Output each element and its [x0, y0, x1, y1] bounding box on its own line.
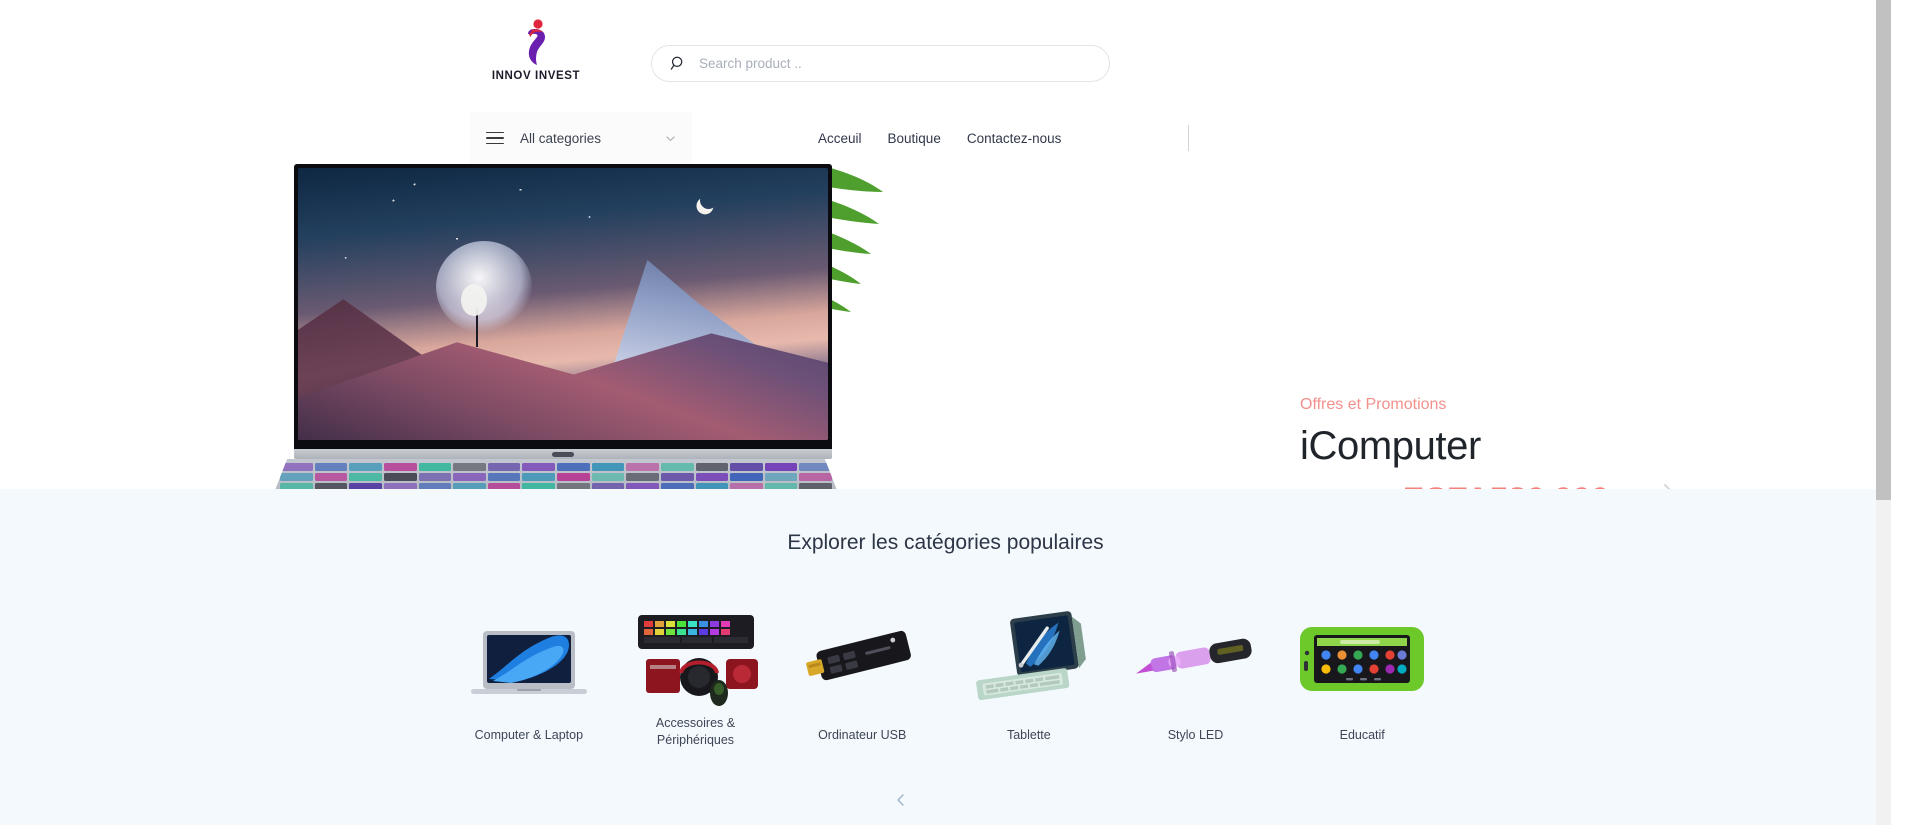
category-card-accessoires-peripheriques[interactable]: Accessoires & Périphériques — [612, 601, 779, 749]
category-label: Ordinateur USB — [818, 728, 907, 742]
hero-inner: Offres et Promotions iComputer FCFA650 0… — [270, 164, 1671, 489]
hero-new-price: FCFA580 000 — [1403, 481, 1610, 489]
category-label: Stylo LED — [1167, 728, 1224, 742]
hero-banner: Offres et Promotions iComputer FCFA650 0… — [0, 164, 1891, 489]
nav-link-contactez-nous[interactable]: Contactez-nous — [967, 131, 1062, 146]
category-card-tablette[interactable]: Tablette — [946, 601, 1113, 749]
gaming-peripherals-image — [626, 601, 766, 713]
nav-links: Acceuil Boutique Contactez-nous — [818, 112, 1061, 164]
nav-divider — [1188, 125, 1189, 151]
category-label: Educatif — [1339, 728, 1385, 742]
category-card-educatif[interactable]: Educatif — [1279, 601, 1446, 749]
categories-heading: Explorer les catégories populaires — [787, 531, 1104, 554]
popular-categories-section: Explorer les catégories populaires Compu… — [0, 489, 1891, 825]
laptop-hinge — [294, 449, 832, 459]
all-categories-label: All categories — [520, 130, 602, 146]
hero-kicker: Offres et Promotions — [1300, 396, 1447, 413]
kids-tablet-image — [1292, 601, 1432, 713]
search-icon — [670, 56, 683, 70]
brand-logo[interactable]: INNOV INVEST — [476, 18, 596, 82]
hero-text-block: Offres et Promotions iComputer FCFA650 0… — [1300, 396, 1720, 489]
hero-title: iComputer — [1300, 424, 1481, 468]
category-label: Tablette — [1006, 728, 1051, 742]
nav-link-acceuil[interactable]: Acceuil — [818, 131, 862, 146]
laptop-hero-image — [270, 164, 842, 489]
scrollbar-thumb[interactable] — [1876, 0, 1891, 500]
hamburger-icon — [486, 128, 504, 149]
category-card-ordinateur-usb[interactable]: Ordinateur USB — [779, 601, 946, 749]
usb-stick-pc-image — [792, 601, 932, 713]
led-pen-image — [1126, 601, 1266, 713]
page-scrollbar[interactable] — [1876, 0, 1891, 825]
chevron-down-icon — [666, 135, 675, 141]
nav-link-boutique[interactable]: Boutique — [888, 131, 941, 146]
category-card-stylo-led[interactable]: Stylo LED — [1112, 601, 1279, 749]
category-card-computer-laptop[interactable]: Computer & Laptop — [446, 601, 613, 749]
laptop-image — [459, 601, 599, 713]
site-header: INNOV INVEST 3 Wishlist — [0, 0, 1891, 112]
person-logo-icon — [528, 19, 545, 65]
category-label: Accessoires & Périphériques — [655, 716, 736, 747]
screen-cursor-highlight — [461, 284, 487, 316]
categories-prev-arrow[interactable] — [894, 793, 908, 807]
tablet-with-keyboard-image — [959, 601, 1099, 713]
main-navigation: All categories Acceuil Boutique Contacte… — [0, 112, 1891, 164]
page-root: INNOV INVEST 3 Wishlist — [0, 0, 1891, 825]
laptop-keyboard — [270, 459, 842, 489]
hero-next-arrow[interactable] — [1658, 482, 1680, 489]
hero-price-row: FCFA650 000 FCFA580 000 — [1300, 481, 1720, 489]
laptop-screen — [294, 164, 832, 449]
header-actions: 3 Wishlist 2 Cart — [992, 38, 1891, 77]
categories-carousel: Computer & Laptop Accessoires & Périphér… — [446, 601, 1446, 806]
category-label: Computer & Laptop — [474, 728, 584, 742]
all-categories-dropdown[interactable]: All categories — [470, 112, 692, 164]
brand-name: INNOV INVEST — [491, 70, 581, 82]
desktop-wallpaper — [298, 168, 828, 440]
